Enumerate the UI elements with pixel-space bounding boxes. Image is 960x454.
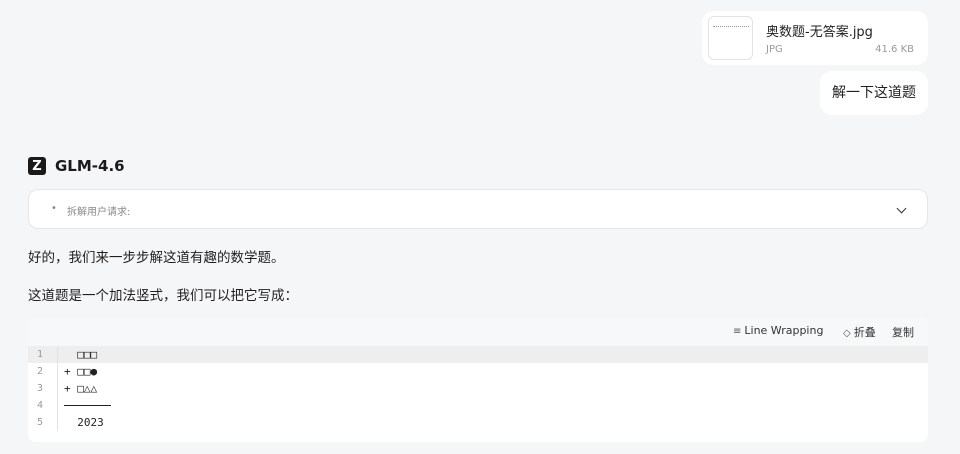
thumbnail-preview-line (713, 26, 749, 27)
line-wrapping-button[interactable]: ≡ Line Wrapping (733, 324, 823, 337)
code-block: ≡ Line Wrapping ◇ 折叠 复制 1 □□□ 2 + □□● 3 + … (28, 318, 928, 442)
attachment-card[interactable]: 奥数题-无答案.jpg JPG 41.6 KB (702, 11, 928, 65)
model-logo-icon: Z (28, 157, 46, 175)
code-toolbar: ≡ Line Wrapping ◇ 折叠 复制 (28, 318, 928, 346)
model-logo-letter: Z (32, 158, 42, 174)
code-line-text: + □□● (64, 365, 98, 378)
code-lines: 1 □□□ 2 + □□● 3 + □△△ 4 5 2023 (28, 346, 928, 431)
attachment-filename: 奥数题-无答案.jpg (766, 25, 873, 40)
fold-icon: ◇ (843, 328, 851, 339)
chevron-down-icon[interactable] (896, 203, 907, 214)
code-line-text: □□□ (64, 348, 98, 361)
thinking-bullet: • (51, 203, 57, 214)
model-header: Z GLM-4.6 (28, 155, 125, 177)
gutter-separator (57, 346, 58, 363)
attachment-thumbnail[interactable] (708, 16, 753, 60)
code-line: 4 (28, 397, 928, 414)
line-number: 3 (36, 383, 44, 394)
code-line: 2 + □□● (28, 363, 928, 380)
gutter-separator (57, 380, 58, 397)
gutter-separator (57, 414, 58, 431)
copy-button[interactable]: 复制 (892, 324, 914, 340)
code-line-text: 2023 (64, 416, 104, 429)
response-paragraph-2: 这道题是一个加法竖式，我们可以把它写成： (28, 288, 298, 304)
attachment-filetype: JPG (766, 44, 783, 55)
user-message-bubble: 解一下这道题 (820, 71, 928, 115)
thinking-summary: 拆解用户请求: (67, 207, 131, 218)
sum-rule-line (64, 405, 111, 406)
fold-button[interactable]: ◇ 折叠 (843, 324, 876, 340)
wrap-icon: ≡ (733, 326, 742, 337)
attachment-filesize: 41.6 KB (875, 44, 914, 55)
gutter-separator (57, 363, 58, 380)
code-line: 1 □□□ (28, 346, 928, 363)
code-line-text: + □△△ (64, 382, 98, 395)
thinking-panel[interactable]: • 拆解用户请求: (28, 189, 928, 229)
model-name: GLM-4.6 (55, 157, 125, 175)
line-wrapping-label: Line Wrapping (744, 324, 824, 337)
line-number: 4 (36, 400, 44, 411)
line-number: 2 (36, 366, 44, 377)
code-line: 3 + □△△ (28, 380, 928, 397)
code-line: 5 2023 (28, 414, 928, 431)
fold-label: 折叠 (853, 326, 876, 339)
line-number: 5 (36, 417, 44, 428)
line-number: 1 (36, 349, 44, 360)
response-paragraph-1: 好的，我们来一步步解这道有趣的数学题。 (28, 250, 285, 266)
gutter-separator (57, 397, 58, 414)
